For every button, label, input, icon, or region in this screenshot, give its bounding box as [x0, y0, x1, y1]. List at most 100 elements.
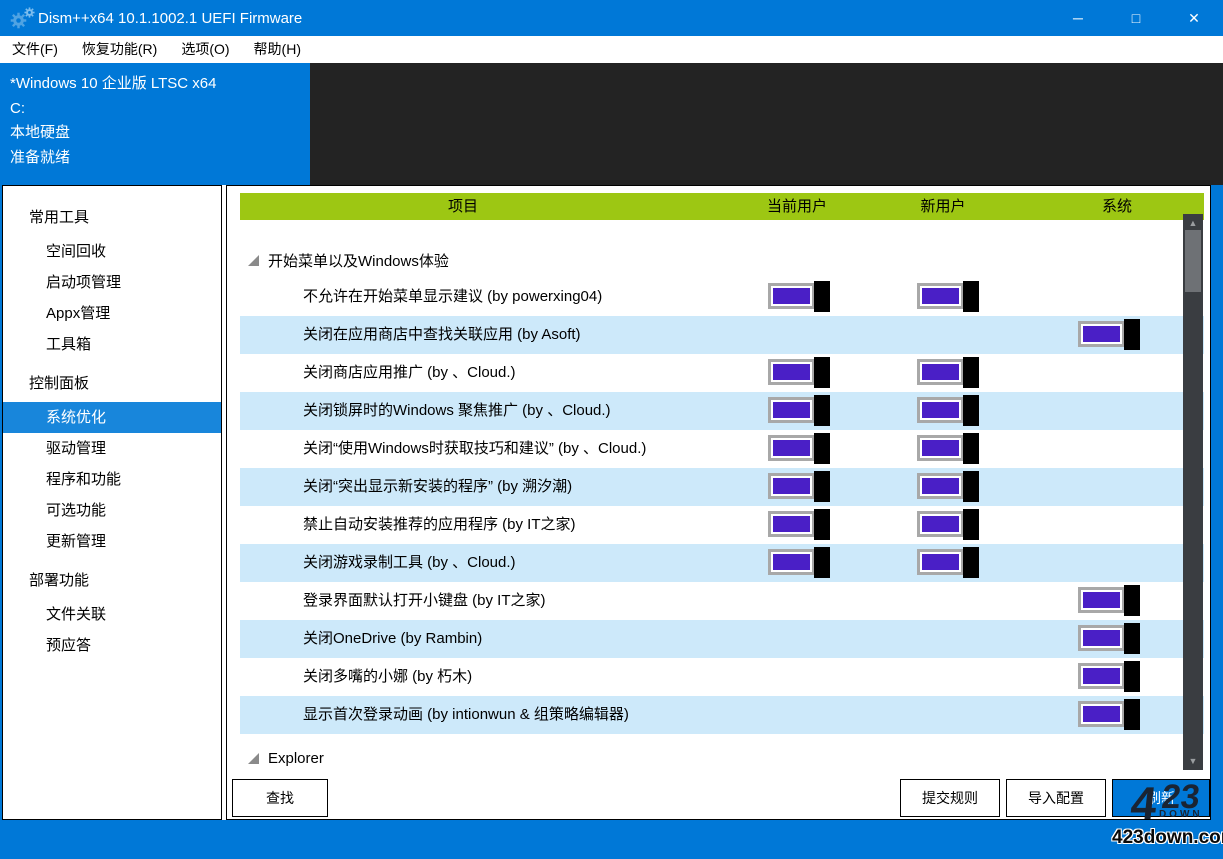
toggle-knob[interactable] — [963, 395, 979, 426]
sidebar-item[interactable]: 系统优化 — [3, 402, 221, 433]
sidebar-item[interactable]: 空间回收 — [3, 236, 221, 267]
toggle-knob[interactable] — [814, 357, 830, 388]
toggle-knob[interactable] — [814, 471, 830, 502]
scroll-up-icon[interactable]: ▲ — [1183, 216, 1203, 230]
column-header[interactable]: 新用户 — [920, 193, 965, 220]
image-status-panel[interactable]: *Windows 10 企业版 LTSC x64 C: 本地硬盘 准备就绪 — [0, 63, 310, 185]
toggle-knob[interactable] — [814, 395, 830, 426]
submit-rules-button[interactable]: 提交规则 — [900, 779, 1000, 817]
toggle-on-new-user[interactable] — [917, 509, 980, 540]
sidebar-group-label: 控制面板 — [3, 365, 221, 402]
group-header-explorer[interactable]: Explorer — [240, 742, 1204, 774]
rule-label: 关闭锁屏时的Windows 聚焦推广 (by 、Cloud.) — [303, 392, 611, 430]
table-header: 项目 当前用户 新用户 系统 — [240, 193, 1204, 220]
rule-label: 不允许在开始菜单显示建议 (by powerxing04) — [303, 278, 602, 316]
sidebar-item[interactable]: 可选功能 — [3, 495, 221, 526]
toggle-on-new-user[interactable] — [917, 357, 980, 388]
toggle-knob[interactable] — [1124, 623, 1140, 654]
menu-item[interactable]: 选项(O) — [169, 36, 241, 63]
toggle-knob[interactable] — [963, 547, 979, 578]
image-ready-state: 准备就绪 — [10, 146, 310, 171]
rules-table-body: 不允许在开始菜单显示建议 (by powerxing04)关闭在应用商店中查找关… — [240, 278, 1204, 734]
toggle-on-current-user[interactable] — [768, 433, 831, 464]
toggle-knob[interactable] — [1124, 699, 1140, 730]
column-header[interactable]: 项目 — [448, 193, 478, 220]
toggle-on-new-user[interactable] — [917, 395, 980, 426]
sidebar-item[interactable]: 工具箱 — [3, 329, 221, 360]
toggle-on-system[interactable] — [1078, 623, 1141, 654]
sidebar-item[interactable]: 预应答 — [3, 630, 221, 661]
toggle-on-new-user[interactable] — [917, 433, 980, 464]
rules-panel: 项目 当前用户 新用户 系统 开始菜单以及Windows体验 不允许在开始菜单显示建议… — [226, 185, 1211, 820]
toggle-on-current-user[interactable] — [768, 281, 831, 312]
window-title: Dism++x64 10.1.1002.1 UEFI Firmware — [38, 10, 302, 27]
toggle-on-system[interactable] — [1078, 319, 1141, 350]
menu-bar: 文件(F)恢复功能(R)选项(O)帮助(H) — [0, 36, 1223, 63]
toggle-on-current-user[interactable] — [768, 509, 831, 540]
toggle-knob[interactable] — [814, 509, 830, 540]
toggle-track — [768, 283, 815, 309]
sidebar-item[interactable]: 程序和功能 — [3, 464, 221, 495]
rule-row: 禁止自动安装推荐的应用程序 (by IT之家) — [240, 506, 1204, 544]
toggle-knob[interactable] — [963, 433, 979, 464]
toggle-knob[interactable] — [1124, 585, 1140, 616]
find-button[interactable]: 查找 — [232, 779, 328, 817]
title-bar: Dism++x64 10.1.1002.1 UEFI Firmware ─ □ … — [0, 0, 1223, 36]
toggle-track — [768, 549, 815, 575]
toggle-on-system[interactable] — [1078, 585, 1141, 616]
sidebar-item[interactable]: Appx管理 — [3, 298, 221, 329]
toggle-track — [917, 549, 964, 575]
sidebar-group-label: 常用工具 — [3, 199, 221, 236]
sidebar-item[interactable]: 驱动管理 — [3, 433, 221, 464]
maximize-button[interactable]: □ — [1107, 0, 1165, 36]
import-config-button[interactable]: 导入配置 — [1006, 779, 1106, 817]
toggle-on-system[interactable] — [1078, 699, 1141, 730]
toggle-on-system[interactable] — [1078, 661, 1141, 692]
minimize-button[interactable]: ─ — [1049, 0, 1107, 36]
toggle-knob[interactable] — [963, 357, 979, 388]
toggle-on-new-user[interactable] — [917, 471, 980, 502]
rule-label: 关闭游戏录制工具 (by 、Cloud.) — [303, 544, 516, 582]
toggle-on-current-user[interactable] — [768, 471, 831, 502]
toggle-knob[interactable] — [1124, 319, 1140, 350]
sidebar-item[interactable]: 更新管理 — [3, 526, 221, 557]
toggle-knob[interactable] — [963, 281, 979, 312]
toggle-on-current-user[interactable] — [768, 395, 831, 426]
image-edition: *Windows 10 企业版 LTSC x64 — [10, 72, 310, 97]
group-header-start-menu[interactable]: 开始菜单以及Windows体验 — [240, 244, 1204, 276]
menu-item[interactable]: 帮助(H) — [242, 36, 313, 63]
vertical-scrollbar[interactable]: ▲ ▼ — [1183, 214, 1203, 770]
toggle-knob[interactable] — [814, 433, 830, 464]
toggle-on-current-user[interactable] — [768, 547, 831, 578]
menu-item[interactable]: 文件(F) — [0, 36, 70, 63]
toggle-on-new-user[interactable] — [917, 547, 980, 578]
toggle-on-new-user[interactable] — [917, 281, 980, 312]
scrollbar-thumb[interactable] — [1185, 230, 1201, 292]
sidebar-item[interactable]: 文件关联 — [3, 599, 221, 630]
rule-label: 关闭在应用商店中查找关联应用 (by Asoft) — [303, 316, 581, 354]
toggle-on-current-user[interactable] — [768, 357, 831, 388]
scroll-down-icon[interactable]: ▼ — [1183, 754, 1203, 768]
toggle-knob[interactable] — [814, 547, 830, 578]
menu-item[interactable]: 恢复功能(R) — [70, 36, 169, 63]
toggle-knob[interactable] — [963, 509, 979, 540]
rule-label: 显示首次登录动画 (by intionwun & 组策略编辑器) — [303, 696, 629, 734]
column-header[interactable]: 系统 — [1102, 193, 1132, 220]
toggle-track — [917, 473, 964, 499]
toggle-track — [768, 359, 815, 385]
sidebar-nav: 常用工具空间回收启动项管理Appx管理工具箱控制面板系统优化驱动管理程序和功能可… — [2, 185, 222, 820]
rule-label: 关闭多嘴的小娜 (by 朽木) — [303, 658, 472, 696]
toggle-knob[interactable] — [814, 281, 830, 312]
rule-row: 显示首次登录动画 (by intionwun & 组策略编辑器) — [240, 696, 1204, 734]
column-header[interactable]: 当前用户 — [767, 193, 827, 220]
sidebar-group-label: 部署功能 — [3, 562, 221, 599]
rule-label: 禁止自动安装推荐的应用程序 (by IT之家) — [303, 506, 576, 544]
sidebar-item[interactable]: 启动项管理 — [3, 267, 221, 298]
collapse-triangle-icon[interactable] — [248, 255, 259, 266]
toggle-knob[interactable] — [963, 471, 979, 502]
close-button[interactable]: ✕ — [1165, 0, 1223, 36]
collapse-triangle-icon[interactable] — [248, 753, 259, 764]
image-list-empty-area — [310, 63, 1223, 185]
rule-row: 不允许在开始菜单显示建议 (by powerxing04) — [240, 278, 1204, 316]
toggle-knob[interactable] — [1124, 661, 1140, 692]
